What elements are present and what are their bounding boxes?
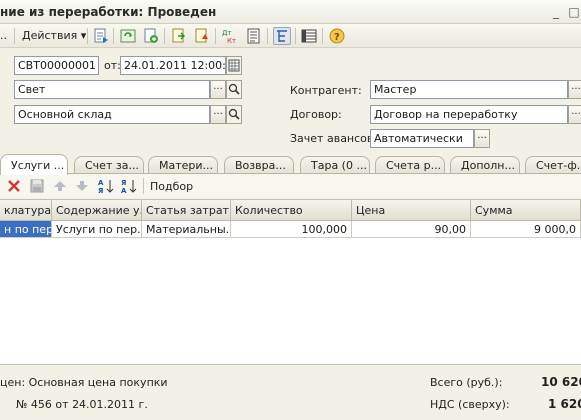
date-label: от: bbox=[104, 59, 121, 72]
chevron-down-icon: ▾ bbox=[80, 29, 87, 42]
post-icon[interactable] bbox=[92, 27, 110, 45]
dt-kt-icon[interactable]: Дт Кт bbox=[221, 27, 239, 45]
tab-returns[interactable]: Возвра... bbox=[224, 156, 294, 174]
tab-materials[interactable]: Матери... bbox=[148, 156, 218, 174]
price-type-link[interactable]: цен: Основная цена покупки bbox=[0, 376, 168, 389]
dtkt-bottom-label: Кт bbox=[227, 37, 236, 45]
vat-value: 1 620 bbox=[548, 397, 581, 411]
table-cell-nomenclature[interactable]: н по пер... bbox=[0, 221, 52, 238]
columns-icon[interactable] bbox=[300, 27, 318, 45]
toolbar-overflow[interactable]: .. bbox=[0, 29, 7, 42]
organization-open-button[interactable] bbox=[226, 80, 242, 99]
help-icon[interactable]: ? bbox=[328, 27, 346, 45]
tab-invoice[interactable]: Счет за... bbox=[74, 156, 144, 174]
services-table: клатура Содержание у... Статья затрат Ко… bbox=[0, 199, 581, 365]
contract-select-button[interactable]: ... bbox=[568, 105, 581, 124]
table-cell-content[interactable]: Услуги по пер... bbox=[52, 221, 142, 238]
column-header-cost-item[interactable]: Статья затрат bbox=[142, 200, 231, 221]
organization-field[interactable]: Свет bbox=[14, 80, 210, 99]
copy-doc-icon[interactable] bbox=[142, 27, 160, 45]
invoice-link[interactable]: № 456 от 24.01.2011 г. bbox=[16, 398, 148, 411]
tab-accounts[interactable]: Счета р... bbox=[375, 156, 445, 174]
svg-text:Я: Я bbox=[121, 179, 126, 187]
contractor-select-button[interactable]: ... bbox=[568, 80, 581, 99]
contract-label: Договор: bbox=[290, 108, 342, 121]
column-header-content[interactable]: Содержание у... bbox=[52, 200, 142, 221]
svg-text:A: A bbox=[98, 179, 104, 187]
table-cell-cost-item[interactable]: Материальны... bbox=[142, 221, 231, 238]
tab-tare[interactable]: Тара (0 ... bbox=[300, 156, 370, 174]
selection-button[interactable]: Подбор bbox=[150, 180, 193, 193]
tab-services[interactable]: Услуги ... bbox=[0, 154, 68, 175]
print-icon[interactable] bbox=[193, 27, 211, 45]
organization-select-button[interactable]: ... bbox=[210, 80, 226, 99]
delete-icon[interactable] bbox=[5, 177, 23, 195]
svg-text:Я: Я bbox=[98, 187, 103, 195]
document-number-field[interactable]: СВТ00000001 bbox=[14, 56, 99, 75]
actions-menu-label: Действия bbox=[22, 29, 78, 42]
column-header-price[interactable]: Цена bbox=[352, 200, 471, 221]
window-title: ние из переработки: Проведен bbox=[0, 5, 217, 19]
sort-asc-icon[interactable]: AЯ bbox=[97, 177, 115, 195]
tab-invoice-facture[interactable]: Счет-ф... bbox=[525, 156, 581, 174]
svg-text:A: A bbox=[121, 187, 127, 195]
toolbar-separator bbox=[14, 28, 15, 44]
journal-icon[interactable] bbox=[245, 27, 263, 45]
calendar-icon[interactable] bbox=[226, 56, 242, 75]
toolbar-separator bbox=[164, 28, 165, 44]
warehouse-open-button[interactable] bbox=[226, 105, 242, 124]
toolbar-separator bbox=[295, 28, 296, 44]
toolbar-separator bbox=[143, 178, 144, 194]
refresh-icon[interactable] bbox=[119, 27, 137, 45]
move-up-icon[interactable] bbox=[51, 177, 69, 195]
contractor-field[interactable]: Мастер bbox=[370, 80, 568, 99]
table-toolbar: AЯ ЯA Подбор bbox=[0, 174, 581, 198]
total-value: 10 620 bbox=[541, 375, 581, 389]
vat-label: НДС (сверху): bbox=[430, 398, 510, 411]
contractor-label: Контрагент: bbox=[290, 84, 362, 97]
toolbar-separator bbox=[87, 28, 88, 44]
minimize-button[interactable]: _ bbox=[548, 4, 564, 20]
advances-label: Зачет авансов: bbox=[290, 132, 378, 145]
table-cell-quantity[interactable]: 100,000 bbox=[231, 221, 352, 238]
advances-field[interactable]: Автоматически bbox=[370, 129, 474, 148]
contract-field[interactable]: Договор на переработку bbox=[370, 105, 568, 124]
table-cell-price[interactable]: 90,00 bbox=[352, 221, 471, 238]
toolbar-separator bbox=[215, 28, 216, 44]
toolbar-separator bbox=[113, 28, 114, 44]
sort-desc-icon[interactable]: ЯA bbox=[120, 177, 138, 195]
advances-select-button[interactable]: ... bbox=[474, 129, 490, 148]
dtkt-top-label: Дт bbox=[222, 29, 232, 37]
column-header-nomenclature[interactable]: клатура bbox=[0, 200, 52, 221]
table-cell-amount[interactable]: 9 000,0 bbox=[471, 221, 581, 238]
filter-icon[interactable] bbox=[273, 27, 291, 45]
save-icon[interactable] bbox=[28, 177, 46, 195]
main-toolbar: .. Действия ▾ Дт Кт ? bbox=[0, 24, 581, 48]
maximize-button[interactable]: □ bbox=[566, 4, 581, 20]
total-label: Всего (руб.): bbox=[430, 376, 503, 389]
document-date-field[interactable]: 24.01.2011 12:00:03 bbox=[120, 56, 226, 75]
actions-menu-button[interactable]: Действия ▾ bbox=[22, 29, 86, 42]
warehouse-field[interactable]: Основной склад bbox=[14, 105, 210, 124]
move-down-icon[interactable] bbox=[73, 177, 91, 195]
structure-icon[interactable] bbox=[170, 27, 188, 45]
warehouse-select-button[interactable]: ... bbox=[210, 105, 226, 124]
tab-strip: Услуги ... Счет за... Матери... Возвра..… bbox=[0, 154, 581, 175]
column-header-quantity[interactable]: Количество bbox=[231, 200, 352, 221]
svg-text:?: ? bbox=[334, 32, 340, 43]
column-header-amount[interactable]: Сумма bbox=[471, 200, 581, 221]
toolbar-separator bbox=[322, 28, 323, 44]
tab-additional[interactable]: Дополн... bbox=[450, 156, 520, 174]
title-bar: ние из переработки: Проведен _ □ bbox=[0, 0, 581, 24]
toolbar-separator bbox=[267, 28, 268, 44]
